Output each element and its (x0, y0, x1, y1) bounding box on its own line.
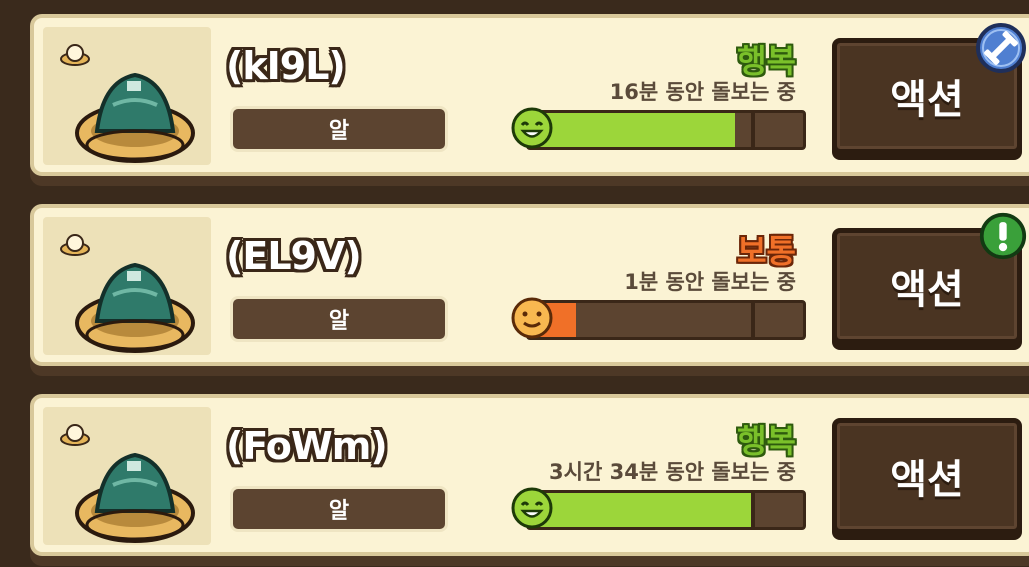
mood-bar (526, 300, 806, 340)
card-face: (FoWm) 알 행복 3시간 34분 동안 돌보는 중 액션 (30, 394, 1029, 556)
mood-bar-tick (751, 113, 755, 147)
mood-bar-tick (751, 303, 755, 337)
mood-bar (526, 110, 806, 150)
mood-bar-fill (529, 493, 751, 527)
care-duration-text: 16분 동안 돌보는 중 (609, 80, 796, 104)
exclamation-icon[interactable] (979, 212, 1027, 260)
card-face: (kI9L) 알 행복 16분 동안 돌보는 중 액션 (30, 14, 1029, 176)
card-face: (EL9V) 알 보통 1분 동안 돌보는 중 액션 (30, 204, 1029, 366)
pet-card: (EL9V) 알 보통 1분 동안 돌보는 중 액션 (30, 204, 1029, 376)
care-duration-text: 3시간 34분 동안 돌보는 중 (549, 460, 796, 484)
pet-icon-panel (43, 407, 211, 545)
egg-nest-sprite (75, 72, 195, 163)
pet-name: (kI9L) (226, 44, 346, 88)
mood-bar-tick (751, 493, 755, 527)
pet-type-badge: 알 (230, 296, 448, 342)
dumbbell-icon[interactable] (975, 22, 1027, 74)
action-button[interactable]: 액션 (832, 418, 1022, 534)
pet-name: (EL9V) (226, 234, 362, 278)
pet-card: (FoWm) 알 행복 3시간 34분 동안 돌보는 중 액션 (30, 394, 1029, 566)
care-duration-text: 1분 동안 돌보는 중 (624, 270, 796, 294)
pet-icon-panel (43, 27, 211, 165)
egg-nest-sprite (75, 262, 195, 353)
mood-bar-fill (529, 113, 735, 147)
pet-name: (FoWm) (226, 424, 388, 468)
happy-face-icon (511, 487, 553, 529)
pet-card: (kI9L) 알 행복 16분 동안 돌보는 중 액션 (30, 14, 1029, 186)
egg-nest-sprite (75, 452, 195, 543)
pet-icon-panel (43, 217, 211, 355)
pet-type-badge: 알 (230, 486, 448, 532)
mood-bar (526, 490, 806, 530)
happy-face-icon (511, 107, 553, 149)
neutral-face-icon (511, 297, 553, 339)
pet-type-badge: 알 (230, 106, 448, 152)
